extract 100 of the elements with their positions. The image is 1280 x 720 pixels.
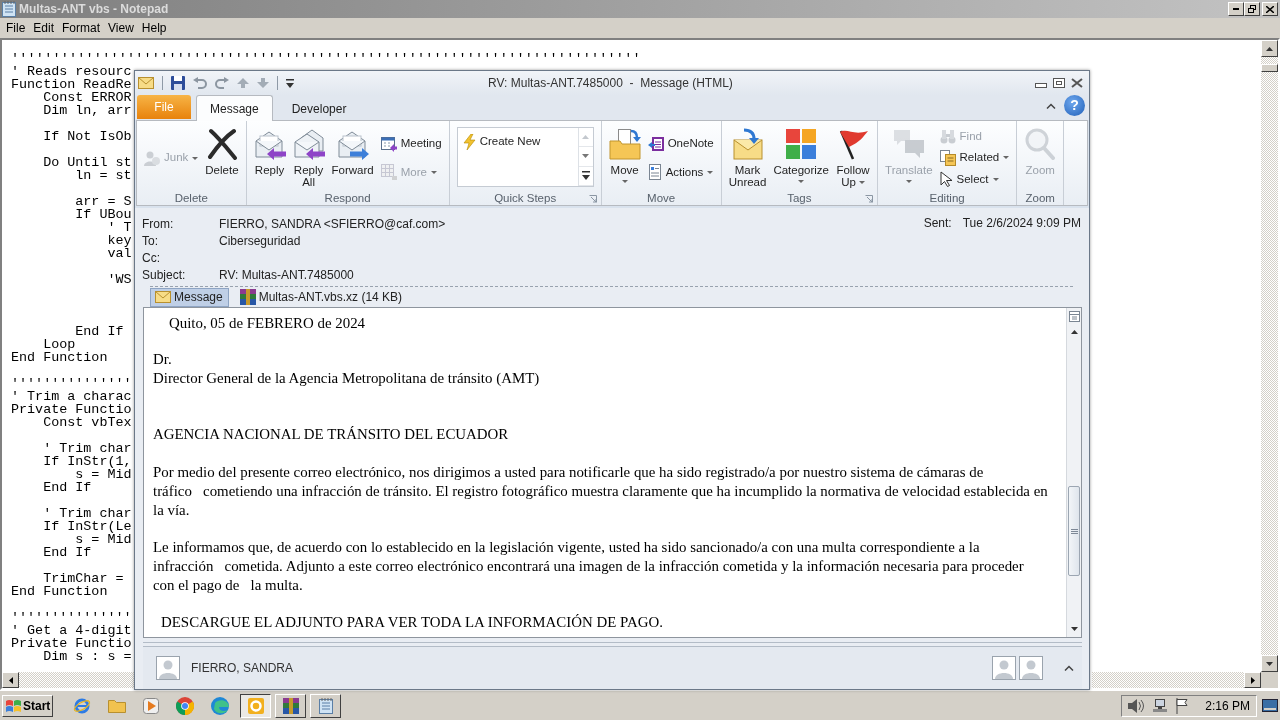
dropdown-caret-icon [581,171,590,181]
scroll-left-button[interactable] [2,672,19,688]
folder-icon [608,128,641,160]
ribbon-button[interactable]: Follow Up [833,123,874,190]
group-label: Respond [324,191,371,206]
flag-icon[interactable] [1176,697,1189,714]
tile-flag-icon [6,699,21,712]
chevron-up-icon [1046,102,1056,109]
menu-item[interactable]: Help [137,19,171,37]
squares-icon [785,128,818,160]
triangle-down-icon [1070,627,1078,631]
documents-icon [939,150,956,166]
notebook-icon [647,135,664,152]
group-label: Tags [787,191,812,206]
maximize-button[interactable] [1053,78,1065,88]
person-icon[interactable] [1019,656,1043,680]
restore-button[interactable] [1244,2,1260,16]
message-text: Dr. [153,350,173,369]
menu-item[interactable]: View [104,19,138,37]
clock: 2:16 PM [1205,697,1250,715]
restore-icon [1248,5,1256,13]
ribbon-button[interactable]: Delete [202,123,242,190]
ribbon-button[interactable]: Forward [328,123,377,190]
message-paragraph: Por medio del presente correo electrónico, nos dirigimos a usted para notificarle que ha sido registrado/a por nuestro sistema de cámaras de tráfico cometiendo una infracción de tránsito. El registro fotográfico muestra claramente que ha incumplido la normativa de velocidad establecida en la vía. [153,463,1049,520]
person-icon [144,150,160,166]
undo-icon[interactable] [193,77,207,89]
ribbon-button[interactable]: Move [605,123,644,190]
ribbon-button[interactable]: Categorize [770,123,833,190]
quick-step-button[interactable]: Create New [459,131,544,153]
menu-item[interactable]: File [2,19,30,37]
window-title: RV: Multas-ANT.7485000 - Message (HTML) [488,75,733,92]
ribbon-tab[interactable]: Message [196,95,273,121]
scrollbar-corner [1261,672,1278,688]
message-paragraph: Le informamos que, de acuerdo con lo establecido en la legislación vigente, usted ha sido sancionado/a con una multa correspondiente a la infracción cometida. Adjunto a este correo electrónico encontrará una imagen de la infracción cometida y la información necesaria para proceder con el pago de la multa. [153,538,1025,595]
menu-item[interactable]: Format [58,19,105,37]
minimize-button[interactable] [1228,2,1244,16]
form-icon [647,164,662,181]
person-icon [156,656,180,680]
field-value: Tue 2/6/2024 9:09 PM [962,215,1081,232]
message-button[interactable]: Message [150,287,229,307]
start-button[interactable]: Start [2,694,53,717]
triangle-right-icon [1250,676,1255,684]
person-icon[interactable] [992,656,1016,680]
lightning-icon [462,134,476,150]
taskbar-button[interactable] [240,693,271,718]
scroll-right-button[interactable] [1244,672,1261,688]
triangle-up-icon [1266,46,1273,51]
speaker-icon[interactable] [1128,698,1145,713]
triangle-down-icon [582,154,590,159]
chevron-up-icon [1064,665,1074,671]
envelopes-arrow-icon [292,128,325,160]
books-icon [239,289,256,305]
ringed-globe-icon[interactable] [73,696,91,715]
group-label: Zoom [1025,191,1055,206]
binoculars-icon [939,129,956,145]
ribbon-button[interactable]: Select [936,168,1013,190]
play-icon[interactable] [143,697,159,714]
x-mark-icon [205,128,238,160]
expand-button[interactable] [1064,665,1074,671]
scroll-down-button[interactable] [1261,655,1278,672]
code-line: '''''''''''''''''''''''''''''''''''''''''''''''''''''''''''''''''''''''''''' [11,52,641,65]
ribbon-button[interactable]: Mark Unread [725,123,770,190]
collapse-ribbon-button[interactable] [1046,102,1056,109]
attachment-button[interactable]: Multas-ANT.vbs.xz (14 KB) [234,287,409,307]
ribbon-tab[interactable]: Developer [277,96,361,120]
group-label: Quick Steps [494,191,557,206]
scrollbar-thumb[interactable] [1068,486,1080,576]
segmented-circle-icon[interactable] [176,696,194,715]
group-label: Editing [929,191,965,206]
ribbon-button[interactable]: Reply All [289,123,328,190]
ribbon-button[interactable]: OneNote [644,132,717,155]
menu-item[interactable]: Edit [29,19,59,37]
save-icon[interactable] [171,76,185,90]
envelope-arrow-icon [731,128,764,160]
ribbon-button[interactable]: Related [936,147,1013,169]
field-value: RV: Multas-ANT.7485000 [219,266,354,284]
ribbon-button[interactable]: Reply [250,123,289,190]
code-text: ' Reads resourc Function ReadRe Const ERROR Dim ln, arr If Not IsOb Do Until st ln = st arr = S If UBou ' T key val 'WS End If Loop End Function ''''''''''''''' ' Trim a charac Private Functio Const vbTex ' Trim char If InStr(1, s = Mid End If ' Trim char If InStr(Le s = Mid End If TrimChar = End Function ''''''''''''''' ' Get a 4-digit Private Functio Dim s : s = [11,65,132,663]
show-desktop-button[interactable] [1262,699,1278,712]
ribbon-button[interactable]: Actions [644,161,717,184]
ring-tile-icon [247,697,264,714]
corner-arrow-icon[interactable] [588,194,597,203]
field-label: Subject: [142,266,186,284]
minimize-icon [1233,8,1239,10]
ribbon-button[interactable]: Meeting [377,132,445,155]
magnifier-icon [1024,128,1057,160]
notebook-icon [318,697,333,714]
field-value: Ciberseguridad [219,232,301,250]
envelope-icon [155,291,171,303]
dropdown-caret-icon[interactable] [286,78,294,88]
window-title: Multas-ANT vbs - Notepad [19,1,169,18]
corner-arrow-icon[interactable] [865,194,874,203]
grid-icon [380,164,397,181]
monitor-icon[interactable] [1153,699,1168,712]
view-button[interactable] [1067,308,1081,324]
redo-icon[interactable] [215,77,229,89]
scroll-up-button[interactable] [1261,40,1278,57]
close-button[interactable] [1071,78,1083,88]
field-label: To: [142,232,158,250]
close-icon [1266,5,1274,13]
